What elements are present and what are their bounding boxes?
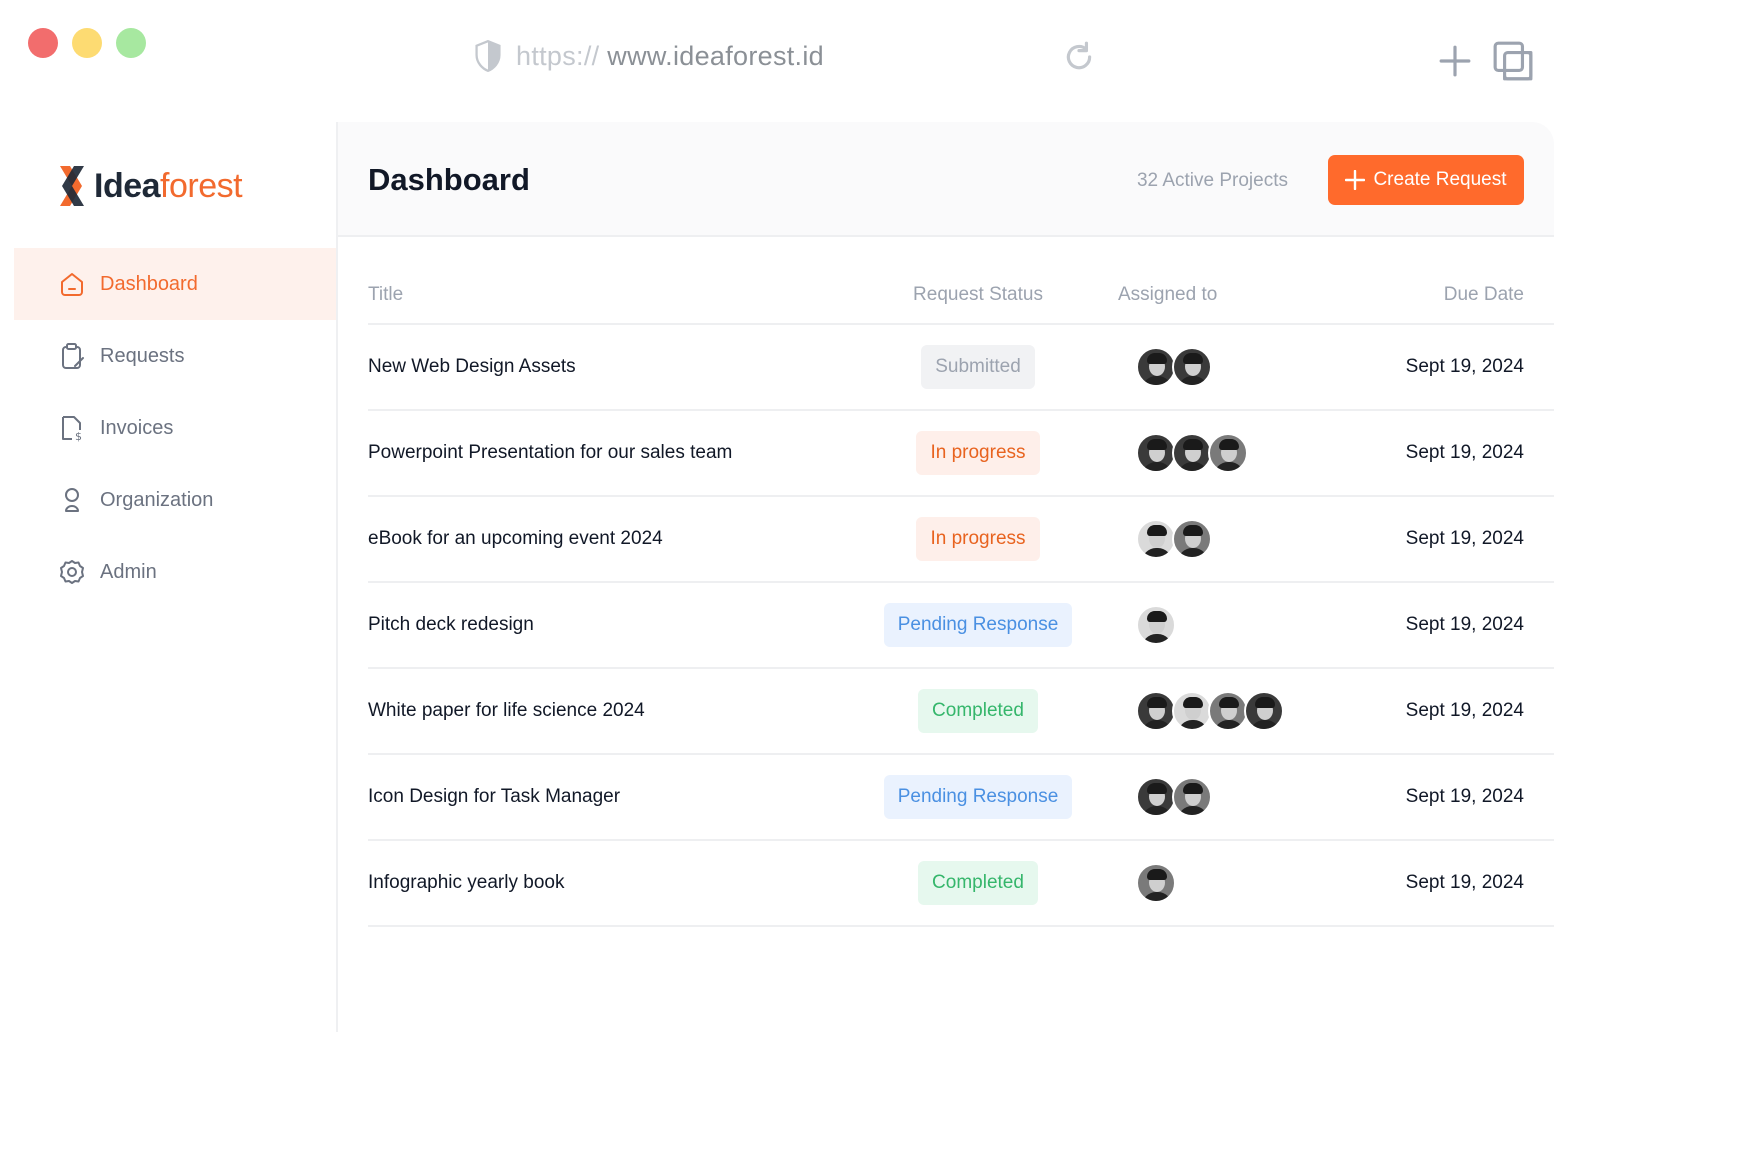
status-badge: Pending Response	[883, 775, 1073, 819]
assignee-avatars	[1118, 863, 1338, 903]
assignee-avatars	[1118, 433, 1338, 473]
sidebar-nav: Dashboard Requests $ Invoices Organizati…	[14, 248, 336, 608]
home-icon	[61, 273, 83, 296]
table-header-row: Title Request Status Assigned to Due Dat…	[368, 268, 1554, 325]
logo-text-forest: forest	[160, 166, 243, 205]
request-title: Infographic yearly book	[368, 840, 838, 927]
sidebar-item-requests[interactable]: Requests	[14, 320, 336, 392]
status-badge: Submitted	[921, 345, 1035, 389]
create-request-button[interactable]: Create Request	[1328, 155, 1524, 205]
assignee-avatars	[1118, 605, 1338, 645]
avatar[interactable]	[1136, 433, 1176, 473]
address-bar[interactable]: https:// www.ideaforest.id	[474, 40, 824, 72]
status-badge: In progress	[916, 517, 1040, 561]
avatar[interactable]	[1208, 691, 1248, 731]
due-date: Sept 19, 2024	[1338, 668, 1554, 755]
avatar[interactable]	[1172, 347, 1212, 387]
sidebar-item-invoices[interactable]: $ Invoices	[14, 392, 336, 464]
user-icon	[65, 488, 79, 512]
due-date: Sept 19, 2024	[1338, 840, 1554, 927]
avatar[interactable]	[1208, 433, 1248, 473]
column-header-assigned[interactable]: Assigned to	[1118, 268, 1338, 325]
sidebar-item-label: Dashboard	[100, 272, 198, 295]
avatar[interactable]	[1136, 691, 1176, 731]
requests-table: Title Request Status Assigned to Due Dat…	[368, 268, 1554, 927]
status-badge: In progress	[916, 431, 1040, 475]
assignee-avatars	[1118, 691, 1338, 731]
table-row[interactable]: Icon Design for Task Manager Pending Res…	[368, 754, 1554, 841]
invoice-icon: $	[62, 416, 82, 442]
sidebar-item-label: Organization	[100, 488, 214, 511]
due-date: Sept 19, 2024	[1338, 754, 1554, 841]
avatar[interactable]	[1172, 433, 1212, 473]
avatar[interactable]	[1136, 605, 1176, 645]
avatar[interactable]	[1136, 347, 1176, 387]
url-host: www.ideaforest.id	[607, 40, 824, 71]
clipboard-icon	[62, 343, 84, 369]
assignee-avatars	[1118, 347, 1338, 387]
due-date: Sept 19, 2024	[1338, 410, 1554, 497]
assignee-avatars	[1118, 519, 1338, 559]
logo-text-idea: Idea	[94, 166, 161, 205]
close-window-button[interactable]	[28, 28, 58, 58]
table-row[interactable]: Pitch deck redesign Pending Response Sep…	[368, 582, 1554, 669]
request-title: White paper for life science 2024	[368, 668, 838, 755]
assignee-avatars	[1118, 777, 1338, 817]
column-header-status[interactable]: Request Status	[838, 268, 1118, 325]
svg-text:$: $	[75, 430, 82, 442]
window-controls	[28, 28, 146, 58]
ideaforest-logo[interactable]: Ideaforest	[56, 164, 243, 208]
due-date: Sept 19, 2024	[1338, 496, 1554, 583]
request-title: New Web Design Assets	[368, 324, 838, 411]
create-request-label: Create Request	[1373, 169, 1507, 190]
column-header-due-date[interactable]: Due Date	[1338, 268, 1554, 325]
logo-mark-icon	[60, 166, 84, 206]
table-row[interactable]: Infographic yearly book Completed Sept 1…	[368, 840, 1554, 927]
main-panel: Dashboard 32 Active Projects Create Requ…	[338, 122, 1554, 1032]
sidebar-item-organization[interactable]: Organization	[14, 464, 336, 536]
sidebar: Ideaforest Dashboard Requests $ Invoices	[14, 122, 338, 1032]
maximize-window-button[interactable]	[116, 28, 146, 58]
avatar[interactable]	[1136, 519, 1176, 559]
avatar[interactable]	[1244, 691, 1284, 731]
table-row[interactable]: Powerpoint Presentation for our sales te…	[368, 410, 1554, 497]
due-date: Sept 19, 2024	[1338, 324, 1554, 411]
status-badge: Completed	[918, 861, 1038, 905]
avatar[interactable]	[1136, 777, 1176, 817]
request-title: Powerpoint Presentation for our sales te…	[368, 410, 838, 497]
url-scheme: https://	[516, 40, 600, 71]
avatar[interactable]	[1172, 777, 1212, 817]
table-row[interactable]: eBook for an upcoming event 2024 In prog…	[368, 496, 1554, 583]
status-badge: Completed	[918, 689, 1038, 733]
page-title: Dashboard	[368, 162, 530, 197]
sidebar-item-admin[interactable]: Admin	[14, 536, 336, 608]
minimize-window-button[interactable]	[72, 28, 102, 58]
avatar[interactable]	[1172, 691, 1212, 731]
plus-icon	[1345, 170, 1366, 190]
window-icon[interactable]	[1492, 40, 1534, 82]
table-row[interactable]: New Web Design Assets Submitted Sept 19,…	[368, 324, 1554, 411]
status-badge: Pending Response	[883, 603, 1073, 647]
active-projects-count: 32 Active Projects	[1136, 170, 1288, 191]
request-title: Icon Design for Task Manager	[368, 754, 838, 841]
request-title: eBook for an upcoming event 2024	[368, 496, 838, 583]
sidebar-item-label: Invoices	[100, 416, 174, 439]
sidebar-item-dashboard[interactable]: Dashboard	[14, 248, 336, 320]
sidebar-item-label: Requests	[100, 344, 185, 367]
due-date: Sept 19, 2024	[1338, 582, 1554, 669]
gear-icon	[60, 560, 84, 584]
reload-icon[interactable]	[1062, 40, 1096, 74]
page-header: Dashboard 32 Active Projects Create Requ…	[338, 122, 1554, 237]
column-header-title[interactable]: Title	[368, 268, 838, 325]
avatar[interactable]	[1172, 519, 1212, 559]
shield-icon	[475, 40, 501, 72]
avatar[interactable]	[1136, 863, 1176, 903]
sidebar-item-label: Admin	[100, 560, 157, 583]
request-title: Pitch deck redesign	[368, 582, 838, 669]
plus-icon[interactable]	[1438, 44, 1472, 78]
table-row[interactable]: White paper for life science 2024 Comple…	[368, 668, 1554, 755]
